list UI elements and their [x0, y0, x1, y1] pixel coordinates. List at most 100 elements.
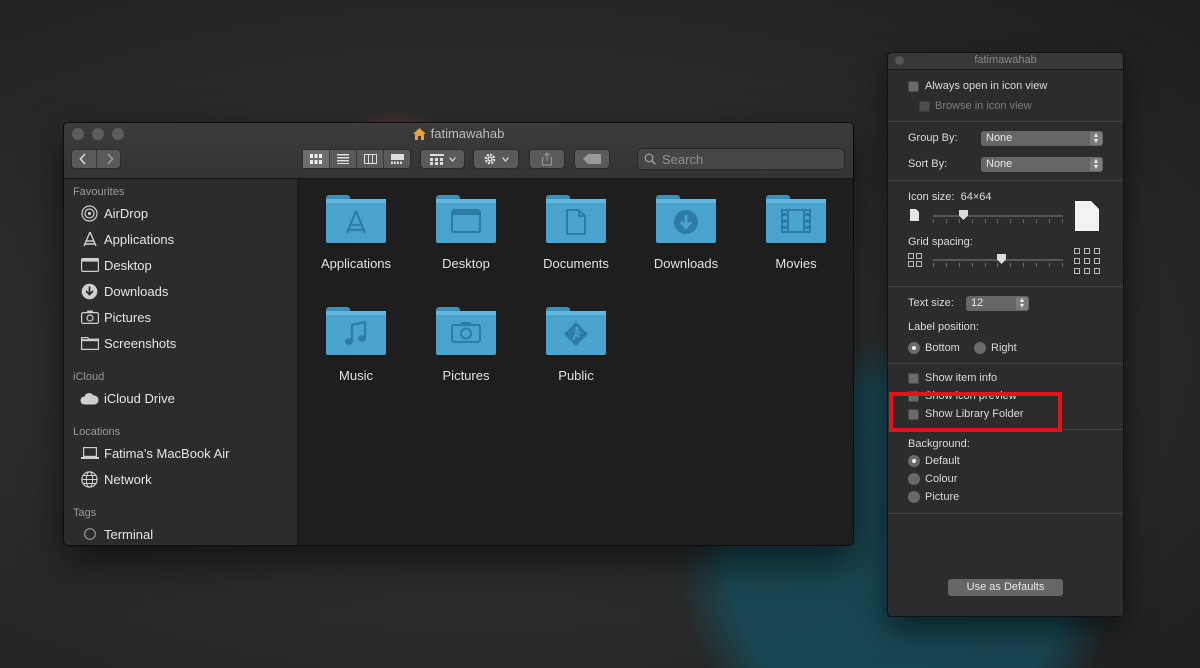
divider: [888, 286, 1123, 287]
grid-icon: [310, 154, 322, 164]
always-open-icon-view-label: Always open in icon view: [925, 80, 1047, 92]
movies-folder-icon: [766, 195, 826, 243]
background-picture-radio[interactable]: [908, 491, 920, 503]
file-item-movies[interactable]: Movies: [741, 195, 851, 271]
file-name: Movies: [741, 256, 851, 271]
always-open-icon-view-checkbox[interactable]: [908, 81, 919, 92]
use-as-defaults-button[interactable]: Use as Defaults: [948, 579, 1063, 596]
divider: [888, 513, 1123, 514]
file-item-pictures[interactable]: Pictures: [411, 307, 521, 383]
tag-circle-icon: [80, 526, 99, 542]
chevron-down-icon: [449, 157, 456, 162]
group-by-select[interactable]: None ▴▾: [981, 131, 1103, 146]
label-position-label: Label position:: [908, 321, 979, 333]
background-colour-radio[interactable]: [908, 473, 920, 485]
group-by-button[interactable]: [420, 149, 465, 169]
sort-by-value: None: [986, 158, 1012, 170]
camera-icon: [80, 309, 99, 325]
text-size-value: 12: [971, 297, 983, 309]
globe-icon: [80, 471, 99, 487]
label-position-right-radio[interactable]: [974, 342, 986, 354]
sidebar-item-macbook[interactable]: Fatima’s MacBook Air: [80, 445, 229, 461]
sidebar-item-screenshots[interactable]: Screenshots: [80, 335, 176, 351]
file-grid: Applications Desktop Documents Downloads…: [298, 179, 853, 545]
panel-titlebar: fatimawahab: [888, 53, 1123, 70]
label-position-right-text: Right: [991, 342, 1017, 354]
file-name: Documents: [521, 256, 631, 271]
list-icon: [337, 154, 349, 164]
small-document-icon: [910, 209, 919, 221]
laptop-icon: [80, 445, 99, 461]
group-by-value: None: [986, 132, 1012, 144]
divider: [888, 180, 1123, 181]
sidebar: Favourites AirDrop Applications Desktop …: [64, 179, 298, 545]
icon-size-slider[interactable]: [933, 215, 1063, 217]
text-size-select[interactable]: 12 ▴▾: [966, 296, 1029, 311]
grid-spacing-label: Grid spacing:: [908, 236, 973, 248]
browse-icon-view-checkbox[interactable]: [919, 101, 930, 112]
sidebar-item-label: Screenshots: [104, 336, 176, 351]
file-item-applications[interactable]: Applications: [301, 195, 411, 271]
gallery-view-button[interactable]: [384, 150, 410, 168]
view-mode-control: [302, 149, 411, 169]
view-options-panel: fatimawahab Always open in icon view Bro…: [887, 52, 1124, 617]
file-item-public[interactable]: Public: [521, 307, 631, 383]
finder-window: fatimawahab: [63, 122, 854, 546]
background-default-radio[interactable]: [908, 455, 920, 467]
divider: [888, 363, 1123, 364]
search-field[interactable]: Search: [637, 148, 845, 170]
sort-by-label: Sort By:: [908, 158, 947, 170]
sidebar-item-label: Desktop: [104, 258, 152, 273]
chevron-left-icon: [79, 153, 87, 165]
background-colour-text: Colour: [925, 473, 957, 485]
back-button[interactable]: [70, 150, 97, 168]
large-document-icon: [1075, 201, 1099, 231]
columns-icon: [364, 154, 377, 164]
sidebar-item-label: Downloads: [104, 284, 168, 299]
desktop-folder-icon: [436, 195, 496, 243]
tags-button[interactable]: [574, 149, 610, 169]
grid-spacing-ticks: [933, 263, 1063, 267]
sidebar-heading-tags: Tags: [73, 507, 96, 519]
home-icon: [413, 128, 426, 140]
sidebar-item-desktop[interactable]: Desktop: [80, 257, 152, 273]
show-item-info-checkbox[interactable]: [908, 373, 919, 384]
file-name: Desktop: [411, 256, 521, 271]
file-name: Pictures: [411, 368, 521, 383]
sidebar-item-pictures[interactable]: Pictures: [80, 309, 151, 325]
share-button[interactable]: [529, 149, 565, 169]
sidebar-item-downloads[interactable]: Downloads: [80, 283, 168, 299]
finder-toolbar: fatimawahab: [64, 123, 853, 179]
share-icon: [541, 152, 553, 166]
sidebar-item-label: Network: [104, 472, 152, 487]
panel-close-button[interactable]: [895, 56, 904, 65]
file-item-documents[interactable]: Documents: [521, 195, 631, 271]
file-item-downloads[interactable]: Downloads: [631, 195, 741, 271]
icon-view-button[interactable]: [303, 150, 330, 168]
text-size-label: Text size:: [908, 297, 954, 309]
sidebar-item-icloud-drive[interactable]: iCloud Drive: [80, 390, 175, 406]
icon-size-label-text: Icon size:: [908, 191, 954, 203]
sidebar-item-airdrop[interactable]: AirDrop: [80, 205, 148, 221]
background-label: Background:: [908, 438, 970, 450]
window-title: fatimawahab: [64, 126, 853, 141]
action-menu-button[interactable]: [473, 149, 519, 169]
file-item-music[interactable]: Music: [301, 307, 411, 383]
label-position-bottom-text: Bottom: [925, 342, 960, 354]
list-view-button[interactable]: [330, 150, 357, 168]
sidebar-item-tag-terminal[interactable]: Terminal: [80, 526, 153, 542]
public-folder-icon: [546, 307, 606, 355]
background-picture-text: Picture: [925, 491, 959, 503]
column-view-button[interactable]: [357, 150, 384, 168]
sidebar-item-applications[interactable]: Applications: [80, 231, 174, 247]
applications-folder-icon: [326, 195, 386, 243]
sidebar-item-network[interactable]: Network: [80, 471, 152, 487]
label-position-bottom-radio[interactable]: [908, 342, 920, 354]
sidebar-heading-icloud: iCloud: [73, 371, 104, 383]
highlight-box: [889, 392, 1062, 432]
panel-title: fatimawahab: [974, 54, 1036, 66]
sort-by-select[interactable]: None ▴▾: [981, 157, 1103, 172]
file-item-desktop[interactable]: Desktop: [411, 195, 521, 271]
file-name: Public: [521, 368, 631, 383]
forward-button[interactable]: [97, 150, 123, 168]
